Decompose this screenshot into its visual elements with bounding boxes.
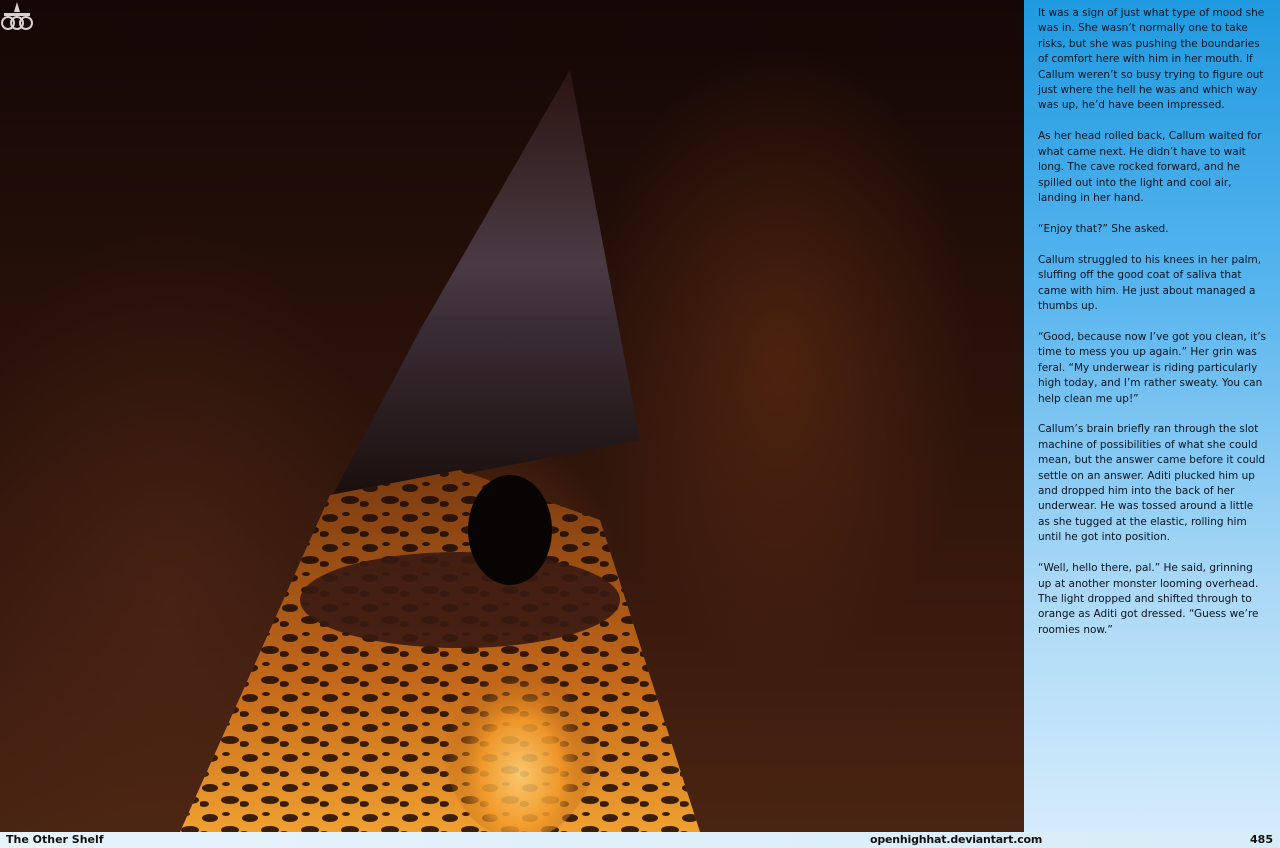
book-title: The Other Shelf	[6, 833, 104, 846]
text-panel: It was a sign of just what type of mood …	[1024, 0, 1280, 832]
shadow-band	[300, 552, 620, 648]
paragraph-5: “Good, because now I’ve got you clean, i…	[1038, 330, 1267, 405]
illustration-scene	[180, 70, 700, 832]
cave-wall	[330, 70, 640, 500]
paragraph-6: Callum’s brain briefly ran through the s…	[1038, 423, 1266, 544]
paragraph-7: “Well, hello there, pal.” He said, grinn…	[1038, 562, 1259, 636]
illustration	[0, 0, 1024, 832]
paragraph-4: Callum struggled to his knees in her pal…	[1038, 253, 1262, 312]
light-glow	[440, 620, 600, 832]
artist-url: openhighhat.deviantart.com	[870, 833, 1043, 846]
leopard-spots	[180, 470, 700, 832]
paragraph-2: As her head rolled back, Callum waited f…	[1038, 130, 1262, 204]
page-footer: The Other Shelf openhighhat.deviantart.c…	[0, 832, 1280, 848]
page-number: 485	[1250, 833, 1273, 846]
ohh-logo-icon	[1, 2, 33, 30]
paragraph-3: “Enjoy that?” She asked.	[1038, 222, 1169, 235]
figure-silhouette	[468, 475, 552, 585]
paragraph-1: It was a sign of just what type of mood …	[1038, 7, 1265, 112]
